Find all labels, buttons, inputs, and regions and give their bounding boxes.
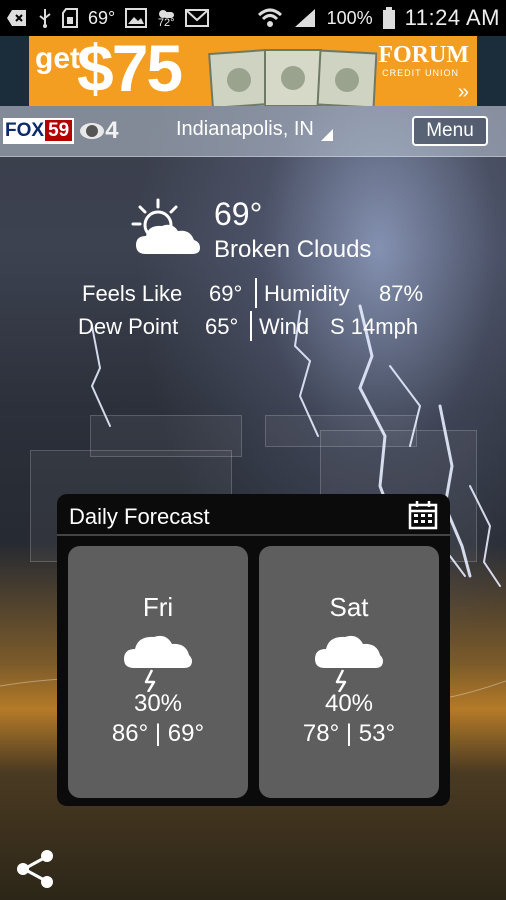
wifi-icon — [257, 8, 283, 28]
calendar-icon[interactable] — [408, 500, 438, 530]
wind-label: Wind — [259, 314, 310, 339]
wind-value: S 14mph — [330, 314, 419, 339]
daily-forecast-card: Daily Forecast Fri 30% 86° | 69° Sat 40%… — [57, 494, 450, 806]
preview-card-top — [265, 415, 417, 447]
app-header: FOX 59 4 Indianapolis, IN Menu — [0, 106, 506, 157]
usb-icon — [38, 8, 52, 28]
clock: 11:24 AM — [404, 5, 500, 30]
back-notification-icon — [6, 9, 28, 27]
menu-button[interactable]: Menu — [412, 116, 488, 146]
dew-point-label: Dew Point — [78, 314, 179, 339]
forecast-high-low: 78° | 53° — [302, 720, 396, 747]
dropdown-triangle-icon — [321, 129, 334, 141]
fox-logo-number: 59 — [45, 120, 73, 141]
forecast-day-card[interactable]: Sat 40% 78° | 53° — [259, 546, 439, 798]
station-logo: FOX 59 4 — [3, 117, 119, 145]
forecast-day-name: Sat — [329, 592, 369, 622]
partly-cloudy-icon — [131, 198, 200, 254]
forecast-day-card[interactable]: Fri 30% 86° | 69° — [68, 546, 248, 798]
forecast-divider — [57, 534, 450, 536]
current-temperature: 69° — [214, 196, 263, 232]
humidity-label: Humidity — [264, 281, 350, 306]
ad-brand: FORUM — [378, 42, 469, 68]
fox-logo: FOX 59 — [3, 118, 75, 144]
dew-point-value: 65° — [205, 314, 239, 339]
status-bar: 69° 72° 100% 11:24 AM — [0, 0, 506, 36]
status-small-temp: 72° — [157, 17, 175, 29]
chevron-right-icon: » — [457, 81, 469, 103]
stat-divider — [255, 278, 257, 308]
battery-percent: 100% — [326, 7, 373, 28]
cbs-logo-number: 4 — [105, 117, 119, 144]
signal-icon — [293, 8, 317, 28]
humidity-value: 87% — [379, 281, 424, 306]
money-bills-icon — [208, 49, 377, 106]
cbs-eye-icon — [80, 123, 105, 139]
ad-amount: $75 — [77, 36, 183, 105]
thunderstorm-icon — [124, 635, 192, 692]
weather-small-icon: 72° — [157, 8, 175, 29]
mail-icon — [185, 9, 210, 27]
ad-banner[interactable]: get $75 FORUM CREDIT UNION » — [29, 36, 477, 106]
feels-like-value: 69° — [209, 281, 243, 306]
share-icon[interactable] — [14, 848, 56, 890]
location-selector[interactable]: Indianapolis, IN — [176, 118, 334, 141]
stat-divider — [250, 311, 252, 341]
ad-get-text: get — [35, 42, 80, 75]
forecast-precip-chance: 30% — [133, 690, 183, 717]
preview-card-mid — [90, 415, 242, 457]
fox-logo-text: FOX — [5, 120, 45, 141]
feels-like-label: Feels Like — [82, 281, 183, 306]
ad-container: get $75 FORUM CREDIT UNION » — [0, 36, 506, 106]
sd-card-icon — [62, 8, 78, 28]
forecast-precip-chance: 40% — [324, 690, 374, 717]
forecast-day-name: Fri — [142, 592, 174, 622]
gallery-icon — [125, 8, 148, 28]
status-temp-badge: 69° — [88, 7, 116, 28]
cbs-logo: 4 — [79, 117, 119, 145]
thunderstorm-icon — [315, 635, 383, 692]
forecast-high-low: 86° | 69° — [111, 720, 205, 747]
location-label: Indianapolis, IN — [176, 118, 314, 140]
battery-icon — [382, 7, 395, 29]
ad-brand-sub: CREDIT UNION — [382, 68, 459, 78]
current-condition: Broken Clouds — [214, 236, 372, 263]
daily-forecast-title: Daily Forecast — [69, 504, 210, 529]
